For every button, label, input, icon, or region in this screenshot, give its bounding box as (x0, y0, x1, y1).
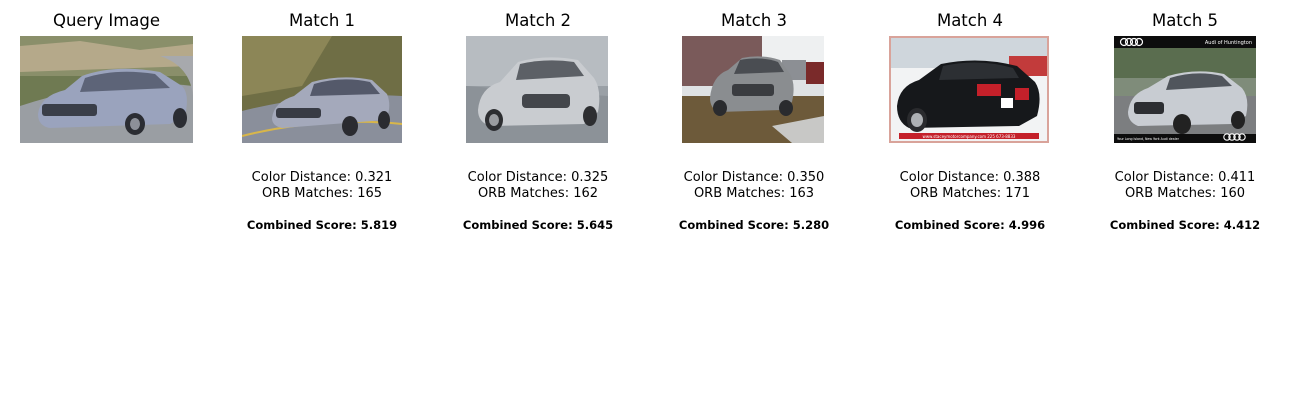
match-metrics-4: Color Distance: 0.388 ORB Matches: 171 (869, 170, 1071, 202)
match-image-4: www.staceymotorcompany.com 225 673-8833 (889, 36, 1049, 143)
orb-matches: ORB Matches: 162 (477, 186, 599, 201)
orb-matches: ORB Matches: 163 (693, 186, 815, 201)
match-title: Match 1 (288, 11, 356, 30)
color-distance: Color Distance: 0.411 (1114, 170, 1256, 185)
match-image-1 (242, 36, 402, 143)
match-title: Match 4 (936, 11, 1004, 30)
match-metrics-5: Color Distance: 0.411 ORB Matches: 160 (1084, 170, 1286, 202)
combined-score: Combined Score: 4.996 (894, 218, 1046, 232)
match-title: Match 2 (504, 11, 572, 30)
combined-score: Combined Score: 5.645 (462, 218, 614, 232)
color-distance: Color Distance: 0.388 (899, 170, 1041, 185)
match-metrics-2: Color Distance: 0.325 ORB Matches: 162 (437, 170, 639, 202)
dealer-footer: Your Long Island, New York Audi dealer (1117, 137, 1180, 141)
match-metrics-1: Color Distance: 0.321 ORB Matches: 165 (221, 170, 423, 202)
dealer-banner: www.staceymotorcompany.com 225 673-8833 (923, 134, 1016, 139)
combined-score: Combined Score: 5.280 (678, 218, 830, 232)
combined-score: Combined Score: 5.819 (246, 218, 398, 232)
match-title: Match 3 (720, 11, 788, 30)
color-distance: Color Distance: 0.325 (467, 170, 609, 185)
match-image-3 (682, 36, 824, 143)
match-image-2 (466, 36, 608, 143)
query-image (20, 36, 193, 143)
dealer-name: Audi of Huntington (1205, 40, 1252, 46)
match-metrics-3: Color Distance: 0.350 ORB Matches: 163 (653, 170, 855, 202)
orb-matches: ORB Matches: 165 (261, 186, 383, 201)
orb-matches: ORB Matches: 160 (1124, 186, 1246, 201)
match-image-5: Audi of Huntington Your Long Island, New… (1114, 36, 1256, 143)
query-title: Query Image (52, 11, 161, 30)
color-distance: Color Distance: 0.321 (251, 170, 393, 185)
orb-matches: ORB Matches: 171 (909, 186, 1031, 201)
color-distance: Color Distance: 0.350 (683, 170, 825, 185)
match-title: Match 5 (1151, 11, 1219, 30)
combined-score: Combined Score: 4.412 (1109, 218, 1261, 232)
